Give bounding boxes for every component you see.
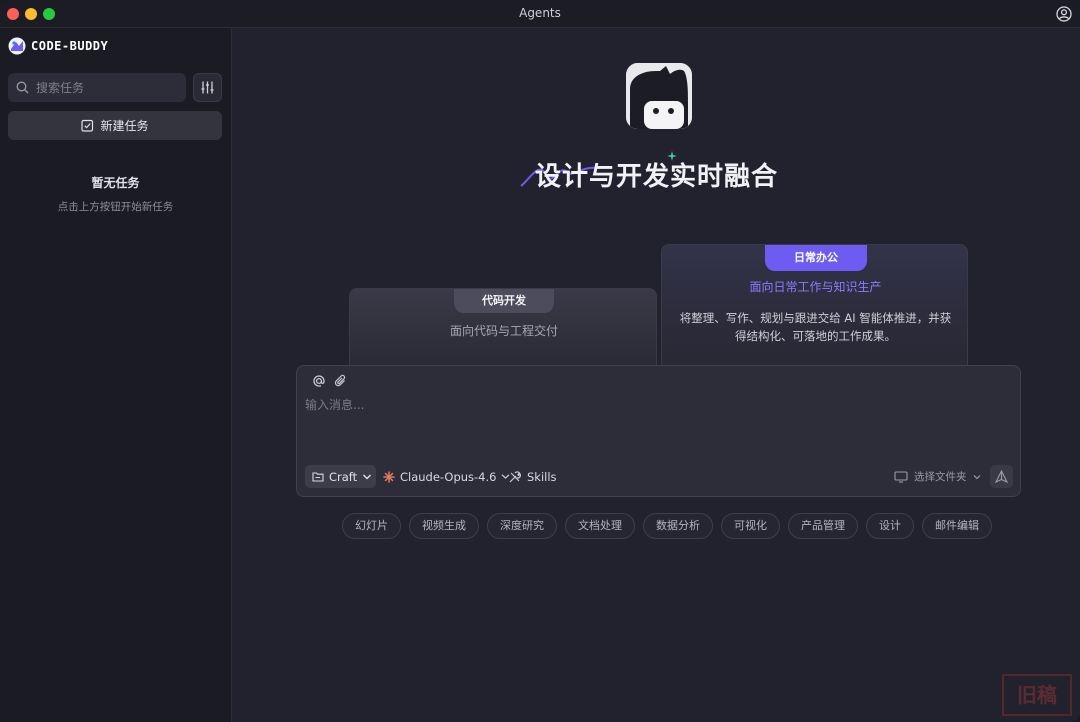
folder-icon	[312, 472, 324, 482]
watermark-stamp: 旧稿	[1002, 674, 1072, 716]
claude-logo-icon	[383, 470, 395, 483]
mode-office-subtitle: 面向日常工作与知识生产	[749, 280, 882, 294]
new-task-button[interactable]: 新建任务	[8, 111, 222, 140]
account-icon[interactable]	[1056, 6, 1072, 22]
chip-product-management[interactable]: 产品管理	[788, 513, 858, 539]
folder-select-label: 选择文件夹	[914, 471, 967, 483]
search-input[interactable]	[36, 80, 176, 95]
suggestion-chips: 幻灯片 视频生成 深度研究 文档处理 数据分析 可视化 产品管理 设计 邮件编辑	[342, 513, 992, 539]
chip-document-processing[interactable]: 文档处理	[565, 513, 635, 539]
mode-tab-code: 代码开发	[454, 289, 554, 313]
mode-select-button[interactable]: Craft	[305, 465, 376, 488]
chip-video-generation[interactable]: 视频生成	[409, 513, 479, 539]
sidebar: CODE-BUDDY 新建任务 暂无任务 点	[0, 28, 232, 722]
paperclip-icon[interactable]	[334, 374, 348, 388]
send-icon	[995, 470, 1008, 483]
model-select-button[interactable]: Claude-Opus-4.6	[383, 465, 510, 488]
chevron-down-icon	[973, 474, 980, 479]
mention-icon[interactable]	[312, 374, 326, 388]
empty-state-subtitle: 点击上方按钮开始新任务	[57, 201, 174, 213]
send-button[interactable]	[990, 465, 1013, 488]
logo-text: CODE-BUDDY	[31, 39, 109, 53]
chevron-down-icon	[363, 474, 372, 479]
message-input[interactable]	[305, 398, 1005, 412]
skills-label: Skills	[527, 469, 557, 484]
logo: CODE-BUDDY	[8, 36, 108, 56]
new-task-label: 新建任务	[100, 119, 149, 133]
mode-tab-office: 日常办公	[765, 245, 867, 271]
chip-visualization[interactable]: 可视化	[721, 513, 780, 539]
hero-title: 设计与开发实时融合	[534, 162, 778, 192]
sliders-icon	[201, 81, 214, 94]
mode-select-label: Craft	[329, 469, 358, 484]
edit-check-icon	[81, 119, 94, 132]
search-box[interactable]	[8, 73, 186, 102]
chip-email-editing[interactable]: 邮件编辑	[922, 513, 992, 539]
empty-state-title: 暂无任务	[91, 176, 140, 190]
filter-button[interactable]	[193, 73, 222, 102]
mode-code-subtitle: 面向代码与工程交付	[449, 324, 558, 338]
title-bar: Agents	[0, 0, 1080, 28]
chip-deep-research[interactable]: 深度研究	[487, 513, 557, 539]
main-panel: 设计与开发实时融合 代码开发 面向代码与工程交付 日常办公 面向日常工作与知识生…	[233, 28, 1080, 722]
chip-data-analysis[interactable]: 数据分析	[643, 513, 713, 539]
app-mascot-icon	[626, 63, 692, 129]
monitor-icon	[894, 470, 908, 483]
app-window: Agents CODE-BUDDY 搜索任务 新建任务 暂无任务 点击上方按钮开…	[0, 0, 1080, 722]
model-select-label: Claude-Opus-4.6	[400, 469, 497, 484]
search-icon	[16, 81, 29, 94]
message-composer: Craft Claude-Opus-4.6	[296, 365, 1021, 497]
code-buddy-logo-icon	[8, 37, 26, 55]
chip-slides[interactable]: 幻灯片	[342, 513, 401, 539]
chip-design[interactable]: 设计	[866, 513, 914, 539]
folder-select-button[interactable]: 选择文件夹	[894, 465, 981, 488]
skills-button[interactable]: Skills	[508, 465, 557, 488]
window-title: Agents	[519, 6, 561, 20]
mode-office-description: 将整理、写作、规划与跟进交给 AI 智能体推进，并获得结构化、可落地的工作成果。	[679, 311, 952, 343]
tools-icon	[509, 470, 521, 482]
